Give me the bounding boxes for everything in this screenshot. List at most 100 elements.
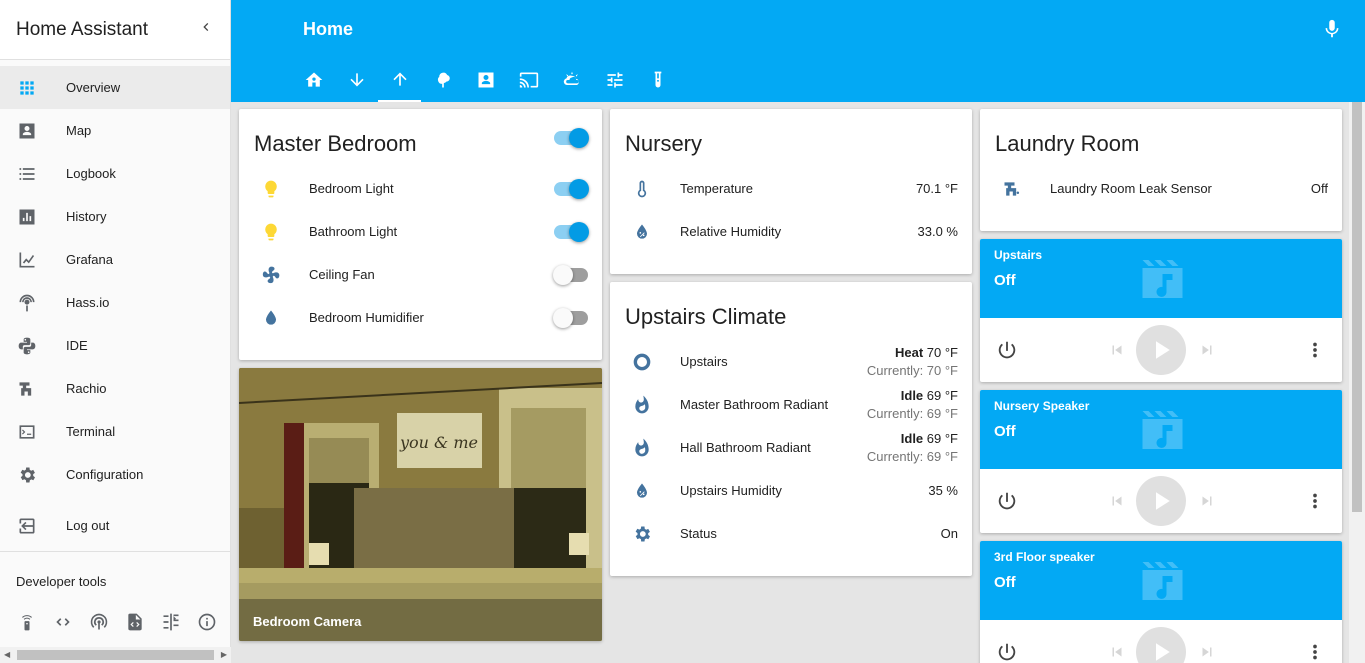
entity-row[interactable]: Upstairs Heat 70 °F Currently: 70 °F — [610, 340, 972, 383]
entity-row[interactable]: Temperature 70.1 °F — [610, 167, 972, 210]
camera-caption: Bedroom Camera — [239, 599, 602, 641]
sidebar-item-terminal[interactable]: Terminal — [0, 410, 230, 453]
terminal-icon — [16, 421, 38, 443]
entity-name: Status — [680, 526, 717, 541]
ceiling-fan-toggle[interactable] — [553, 264, 588, 285]
bedroom-humidifier-toggle[interactable] — [553, 307, 588, 328]
power-icon — [998, 643, 1016, 661]
chevron-left-icon — [203, 23, 209, 31]
entity-row[interactable]: Bathroom Light — [239, 210, 602, 253]
media-player-name: 3rd Floor speaker — [994, 550, 1095, 564]
entity-row[interactable]: Ceiling Fan — [239, 253, 602, 296]
tab-upstairs[interactable] — [378, 58, 421, 102]
logbook-icon — [16, 163, 38, 185]
card-title: Laundry Room — [995, 131, 1140, 156]
tab-media[interactable] — [507, 58, 550, 102]
next-track-button[interactable] — [1198, 643, 1216, 663]
media-player-state: Off — [994, 423, 1016, 440]
movie-music-icon — [1135, 407, 1190, 455]
events-icon[interactable] — [160, 611, 182, 633]
file-code-icon[interactable] — [124, 611, 146, 633]
skip-previous-icon — [1112, 647, 1122, 657]
dots-vertical-icon — [1313, 493, 1317, 509]
sidebar-item-logout[interactable]: Log out — [0, 504, 230, 547]
scroll-right-arrow-icon[interactable]: ▶ — [221, 650, 227, 659]
tab-downstairs[interactable] — [335, 58, 378, 102]
scrollbar-thumb[interactable] — [1352, 102, 1362, 512]
tab-controls[interactable] — [593, 58, 636, 102]
lightbulb-icon — [259, 177, 283, 201]
sidebar-horizontal-scrollbar[interactable]: ◀ ▶ — [0, 647, 231, 663]
sidebar-item-ide[interactable]: IDE — [0, 324, 230, 367]
bedroom-camera-feed[interactable]: you & me Bedroom Camera — [239, 368, 602, 641]
entity-row[interactable]: Master Bathroom Radiant Idle 69 °F Curren… — [610, 383, 972, 426]
sidebar-item-configuration[interactable]: Configuration — [0, 453, 230, 496]
main-vertical-scrollbar[interactable] — [1349, 102, 1365, 663]
remote-icon[interactable] — [16, 611, 38, 633]
arrow-up-icon — [392, 72, 407, 86]
entity-row[interactable]: Laundry Room Leak Sensor Off — [980, 167, 1342, 210]
sidebar-item-logbook[interactable]: Logbook — [0, 152, 230, 195]
entity-value: Off — [1310, 181, 1328, 196]
entity-row[interactable]: Upstairs Humidity 35 % — [610, 469, 972, 512]
bathroom-light-toggle[interactable] — [554, 221, 589, 242]
entity-row[interactable]: Relative Humidity 33.0 % — [610, 210, 972, 253]
entity-name: Bathroom Light — [309, 224, 398, 239]
movie-music-icon — [1135, 558, 1190, 606]
more-options-button[interactable] — [1304, 641, 1326, 663]
fire-icon — [630, 436, 654, 460]
more-options-button[interactable] — [1304, 490, 1326, 517]
svg-text:you & me: you & me — [399, 433, 478, 452]
previous-track-button[interactable] — [1108, 643, 1126, 663]
card-laundry-room: Laundry Room Laundry Room Leak Sensor Of… — [980, 109, 1342, 231]
previous-track-button[interactable] — [1108, 341, 1126, 364]
fan-icon — [259, 263, 283, 287]
sidebar-item-history[interactable]: History — [0, 195, 230, 238]
tab-home[interactable] — [292, 58, 335, 102]
skip-next-icon — [1202, 496, 1212, 506]
entity-name: Relative Humidity — [680, 224, 782, 239]
sidebar-item-label: Log out — [66, 518, 110, 533]
sidebar-item-hassio[interactable]: Hass.io — [0, 281, 230, 324]
bedroom-light-toggle[interactable] — [554, 178, 589, 199]
next-track-button[interactable] — [1198, 492, 1216, 515]
entity-value: 33.0 % — [917, 224, 958, 239]
sidebar-item-map[interactable]: Map — [0, 109, 230, 152]
entity-row[interactable]: Status On — [610, 512, 972, 555]
scroll-left-arrow-icon[interactable]: ◀ — [4, 650, 10, 659]
tab-weather[interactable] — [550, 58, 593, 102]
tab-people[interactable] — [464, 58, 507, 102]
entity-row[interactable]: Bedroom Humidifier — [239, 296, 602, 339]
collapse-sidebar-button[interactable] — [182, 19, 230, 40]
broadcast-icon[interactable] — [88, 611, 110, 633]
sidebar-item-overview[interactable]: Overview — [0, 66, 230, 109]
play-button[interactable] — [1136, 627, 1186, 663]
next-track-button[interactable] — [1198, 341, 1216, 364]
master-bedroom-toggle[interactable] — [554, 128, 589, 148]
gear-icon — [630, 522, 654, 546]
code-icon[interactable] — [52, 611, 74, 633]
tab-outdoors[interactable] — [421, 58, 464, 102]
card-nursery: Nursery Temperature 70.1 °F Relative Hum… — [610, 109, 972, 274]
voice-command-button[interactable] — [1321, 18, 1343, 45]
gear-icon — [16, 464, 38, 486]
media-player-nursery-speaker: Nursery Speaker Off — [980, 390, 1342, 533]
play-button[interactable] — [1136, 476, 1186, 526]
scrollbar-thumb[interactable] — [17, 650, 214, 660]
previous-track-button[interactable] — [1108, 492, 1126, 515]
entity-row[interactable]: Bedroom Light — [239, 167, 602, 210]
power-button[interactable] — [996, 641, 1018, 663]
dots-vertical-icon — [1313, 342, 1317, 358]
more-options-button[interactable] — [1304, 339, 1326, 366]
sidebar-item-rachio[interactable]: Rachio — [0, 367, 230, 410]
sidebar-item-grafana[interactable]: Grafana — [0, 238, 230, 281]
info-icon[interactable] — [196, 611, 218, 633]
power-button[interactable] — [996, 490, 1018, 517]
page-title: Home — [303, 19, 354, 39]
tab-lab[interactable] — [636, 58, 679, 102]
arrow-down-icon — [349, 73, 364, 87]
lightbulb-icon — [259, 220, 283, 244]
power-button[interactable] — [996, 339, 1018, 366]
entity-row[interactable]: Hall Bathroom Radiant Idle 69 °F Currentl… — [610, 426, 972, 469]
play-button[interactable] — [1136, 325, 1186, 375]
